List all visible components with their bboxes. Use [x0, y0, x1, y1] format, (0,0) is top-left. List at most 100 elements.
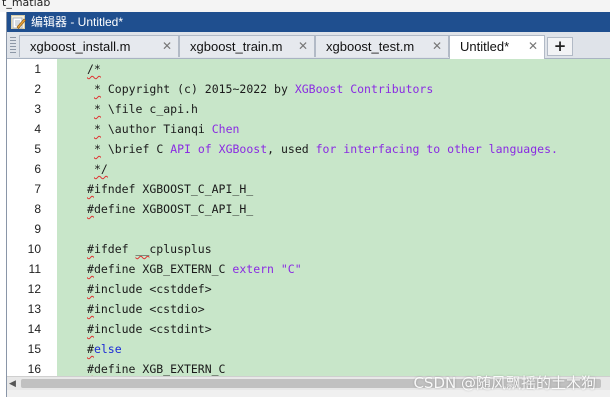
code-token: #: [87, 322, 94, 336]
code-token: #: [87, 342, 94, 356]
line-number: 7: [34, 182, 41, 196]
code-token: include <cstdio>: [93, 302, 205, 316]
code-line[interactable]: 2 * Copyright (c) 2015~2022 by XGBoost Co…: [7, 79, 610, 99]
code-line[interactable]: 7 #ifndef XGBOOST_C_API_H_: [7, 179, 610, 199]
code-token: #: [87, 302, 94, 316]
close-icon[interactable]: ✕: [432, 39, 442, 53]
tab-label: xgboost_train.m: [190, 39, 283, 54]
editor-window: 编辑器 - Untitled* xgboost_install.m ✕ xgbo…: [6, 12, 610, 397]
line-code: * \author Tianqi Chen: [94, 119, 239, 139]
code-token: *: [94, 122, 101, 136]
code-line[interactable]: 1 /*: [7, 59, 610, 79]
line-number: 6: [34, 162, 41, 176]
tab-label: xgboost_test.m: [326, 39, 415, 54]
code-token: __: [135, 242, 150, 256]
code-token: else: [93, 342, 122, 356]
code-token: #: [87, 262, 94, 276]
title-bar[interactable]: 编辑器 - Untitled*: [7, 12, 610, 32]
window-title: 编辑器 - Untitled*: [31, 15, 124, 29]
code-line[interactable]: 13 #include <cstdio>: [7, 299, 610, 319]
line-number: 12: [27, 282, 41, 296]
line-code: #include <cstddef>: [87, 279, 212, 299]
add-tab-button[interactable]: +: [547, 37, 573, 56]
code-line[interactable]: 5 * \brief C API of XGBoost, used for int…: [7, 139, 610, 159]
tab-grip-handle[interactable]: [10, 37, 16, 55]
line-number: 9: [34, 222, 41, 236]
arrow-left-icon[interactable]: ◀: [9, 379, 19, 389]
code-token: extern "C": [232, 262, 302, 276]
code-token: include <cstddef>: [93, 282, 212, 296]
code-token: *: [94, 82, 101, 96]
code-token: include <cstdint>: [93, 322, 212, 336]
tab-bar: xgboost_install.m ✕ xgboost_train.m ✕ xg…: [7, 32, 610, 59]
code-line[interactable]: 11 #define XGB_EXTERN_C extern "C": [7, 259, 610, 279]
line-number: 11: [28, 262, 41, 276]
code-line[interactable]: 4 * \author Tianqi Chen: [7, 119, 610, 139]
top-strip-text: t_matlab: [2, 0, 51, 9]
close-icon[interactable]: ✕: [162, 39, 172, 53]
editor-pencil-icon: [11, 15, 26, 29]
line-code: */: [94, 159, 108, 179]
tab-xgboost-install[interactable]: xgboost_install.m ✕: [19, 35, 179, 57]
line-number: 4: [34, 122, 41, 136]
code-line[interactable]: 12 #include <cstddef>: [7, 279, 610, 299]
line-code: #ifndef XGBOOST_C_API_H_: [87, 179, 253, 199]
code-token: \file c_api.h: [100, 102, 198, 116]
code-token: */: [94, 162, 108, 176]
code-editor[interactable]: 1 /* 2 * Copyright (c) 2015~2022 by XGBoost…: [7, 59, 610, 376]
line-code: /*: [87, 59, 101, 79]
line-number: 1: [34, 62, 41, 76]
line-number: 5: [34, 142, 41, 156]
code-token: #: [87, 202, 94, 216]
code-token: #: [87, 242, 94, 256]
top-strip: t_matlab: [0, 0, 610, 12]
code-token: #: [87, 182, 94, 196]
code-line[interactable]: 14 #include <cstdint>: [7, 319, 610, 339]
line-code: #include <cstdint>: [87, 319, 212, 339]
code-token: \author Tianqi: [100, 122, 212, 136]
code-token: cplusplus: [149, 242, 212, 256]
line-code: #else: [87, 339, 122, 359]
watermark: CSDN @随风飘摇的土木狗: [413, 374, 596, 392]
line-number: 15: [27, 342, 41, 356]
line-number: 10: [27, 242, 41, 256]
code-token: #: [87, 362, 94, 376]
code-line[interactable]: 10 #ifdef __cplusplus: [7, 239, 610, 259]
line-code: * \file c_api.h: [94, 99, 198, 119]
code-token: \brief C: [100, 142, 171, 156]
code-token: /*: [87, 62, 101, 76]
line-number: 8: [34, 202, 41, 216]
code-token: XGBoost Contributors: [294, 82, 434, 96]
code-token: Chen: [211, 122, 240, 136]
code-token: define XGBOOST_C_API_H_: [93, 202, 254, 216]
close-icon[interactable]: ✕: [298, 39, 308, 53]
code-token: for interfacing to other languages.: [315, 142, 558, 156]
code-token: API of XGBoost: [170, 142, 268, 156]
code-line[interactable]: 3 * \file c_api.h: [7, 99, 610, 119]
code-token: ifdef: [93, 242, 136, 256]
line-code: #include <cstdio>: [87, 299, 205, 319]
tab-label: Untitled*: [460, 39, 510, 54]
code-token: *: [94, 142, 101, 156]
line-number: 14: [27, 322, 41, 336]
close-icon[interactable]: ✕: [528, 39, 538, 53]
line-code: * Copyright (c) 2015~2022 by XGBoost Con…: [94, 79, 433, 99]
code-line[interactable]: 15 #else: [7, 339, 610, 359]
line-number: 13: [27, 302, 41, 316]
line-number: 2: [34, 82, 41, 96]
code-line[interactable]: 8 #define XGBOOST_C_API_H_: [7, 199, 610, 219]
code-token: *: [94, 102, 101, 116]
line-code: #define XGB_EXTERN_C extern "C": [87, 259, 302, 279]
tab-xgboost-train[interactable]: xgboost_train.m ✕: [179, 35, 315, 57]
tab-xgboost-test[interactable]: xgboost_test.m ✕: [315, 35, 449, 57]
line-code: * \brief C API of XGBoost, used for inte…: [94, 139, 558, 159]
code-line[interactable]: 9: [7, 219, 610, 239]
line-number: 3: [34, 102, 41, 116]
code-line[interactable]: 6 */: [7, 159, 610, 179]
code-token: #: [87, 282, 94, 296]
line-code: #ifdef __cplusplus: [87, 239, 212, 259]
code-token: Copyright (c) 2015~2022 by: [100, 82, 295, 96]
tab-untitled[interactable]: Untitled* ✕: [449, 35, 545, 59]
code-token: define XGB_EXTERN_C: [93, 262, 233, 276]
tab-label: xgboost_install.m: [30, 39, 131, 54]
